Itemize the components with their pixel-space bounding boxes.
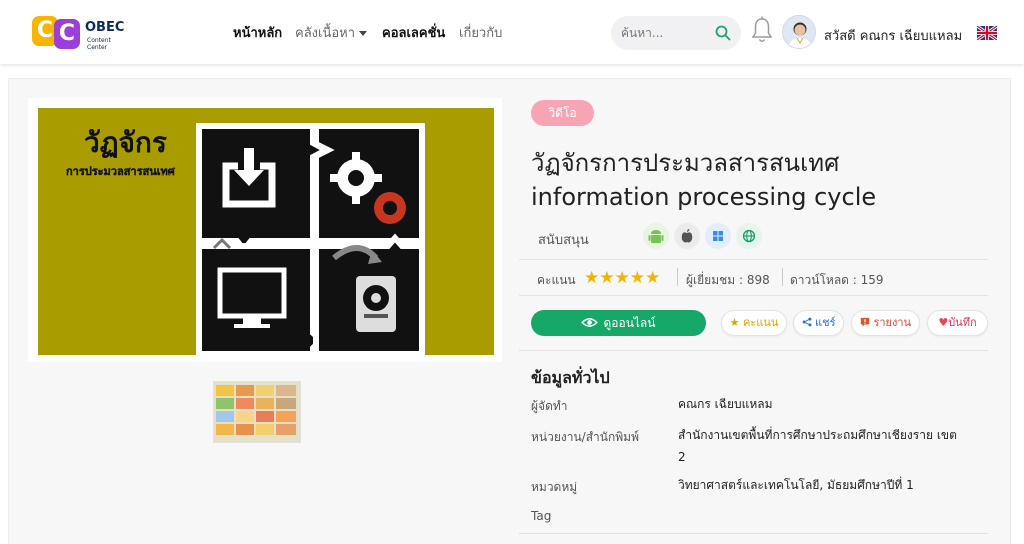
rate-button[interactable]: ★ คะแนน — [721, 310, 787, 336]
score-label: คะแนน — [537, 273, 576, 287]
star-icon: ★ — [729, 316, 740, 329]
content-title: วัฏจักรการประมวลสารสนเทศ information pro… — [531, 146, 1001, 214]
save-button[interactable]: ♥บันทึก — [927, 310, 988, 336]
apple-glyph — [681, 229, 693, 243]
nav-about[interactable]: เกี่ยวกับ — [459, 22, 502, 43]
preview-title: วัฏจักร — [84, 126, 167, 159]
user-greeting[interactable]: สวัสดี คณกร เฉียบแหลม — [824, 25, 962, 46]
search-icon[interactable] — [715, 25, 731, 41]
top-navbar: C C OBEC Content Center หน้าหลัก คลังเนื… — [0, 0, 1024, 64]
globe-glyph — [742, 229, 756, 243]
support-label: สนับสนุน — [538, 233, 589, 248]
share-button[interactable]: แชร์ — [793, 310, 844, 336]
preview-thumbnail[interactable] — [213, 381, 301, 443]
divider — [519, 350, 988, 351]
separator — [677, 268, 678, 286]
divider — [519, 533, 988, 534]
android-glyph — [648, 230, 664, 243]
nav-home[interactable]: หน้าหลัก — [233, 22, 282, 43]
nav-content-library-label: คลังเนื้อหา — [295, 26, 356, 41]
web-icon — [736, 223, 762, 249]
view-online-button[interactable]: ดูออนไลน์ — [531, 310, 706, 336]
share-label: แชร์ — [815, 316, 836, 329]
share-icon — [802, 317, 811, 327]
report-icon — [860, 317, 870, 327]
preview-illustration: วัฏจักร การประมวลสารสนเทศ — [38, 108, 494, 355]
uk-flag-icon[interactable] — [977, 26, 997, 40]
obec-logo[interactable]: C C OBEC Content Center — [32, 16, 132, 51]
windows-glyph — [713, 231, 723, 241]
view-online-label: ดูออนไลน์ — [603, 316, 656, 330]
info-value-category[interactable]: วิทยาศาสตร์และเทคโนโลยี, มัธยมศึกษาปีที่… — [678, 474, 968, 496]
content-title-english: information processing cycle — [531, 183, 877, 211]
bell-icon[interactable] — [751, 16, 773, 46]
user-avatar-image — [783, 16, 815, 48]
rate-label: คะแนน — [742, 316, 779, 329]
chevron-down-icon — [359, 31, 368, 36]
preview-subtitle: การประมวลสารสนเทศ — [66, 165, 176, 178]
download-count: ดาวน์โหลด : 159 — [790, 273, 884, 287]
android-icon — [643, 223, 669, 249]
eye-icon — [581, 318, 599, 327]
search-input[interactable] — [621, 24, 711, 42]
logo-text: OBEC — [85, 20, 125, 35]
thumbnail-image — [214, 382, 300, 442]
report-button[interactable]: รายงาน — [851, 310, 920, 336]
content-preview[interactable]: วัฏจักร การประมวลสารสนเทศ — [28, 98, 502, 362]
logo-subtext: Content Center — [87, 37, 111, 51]
apple-icon — [674, 223, 700, 249]
info-key-category: หมวดหมู่ — [531, 480, 578, 494]
nav-collections[interactable]: คอลเลคชั่น — [382, 22, 445, 43]
divider — [519, 259, 988, 260]
view-count: ผู้เยี่ยมชม : 898 — [686, 273, 770, 287]
separator — [782, 268, 783, 286]
nav-content-library[interactable]: คลังเนื้อหา — [295, 22, 368, 43]
info-value-publisher[interactable]: สำนักงานเขตพื้นที่การศึกษาประถมศึกษาเชีย… — [678, 424, 968, 468]
info-key-author: ผู้จัดทำ — [531, 399, 568, 413]
info-heading: ข้อมูลทั่วไป — [531, 368, 610, 387]
info-key-publisher: หน่วยงาน/สำนักพิมพ์ — [531, 430, 639, 444]
windows-icon — [705, 223, 731, 249]
content-title-thai: วัฏจักรการประมวลสารสนเทศ — [531, 149, 840, 177]
search-box — [611, 16, 741, 50]
harddisk-icon — [356, 276, 396, 332]
report-label: รายงาน — [873, 316, 912, 329]
info-value-author[interactable]: คณกร เฉียบแหลม — [678, 393, 968, 415]
content-type-badge: วิดีโอ — [531, 100, 594, 126]
logo-letter-2: C — [54, 19, 80, 49]
info-key-tag: Tag — [531, 509, 552, 523]
divider — [519, 295, 988, 296]
save-label: บันทึก — [948, 316, 977, 329]
heart-icon: ♥ — [938, 316, 949, 329]
user-avatar[interactable] — [782, 15, 816, 49]
rating-stars: ★★★★★ — [584, 268, 661, 288]
